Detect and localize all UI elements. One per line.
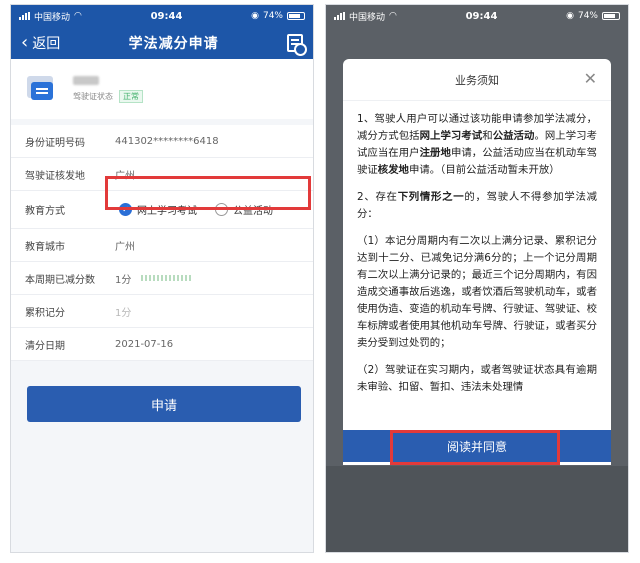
battery-label: 74%: [577, 11, 598, 21]
total-points-value: 1分: [115, 307, 132, 319]
notice-paragraph-4: （2）驾驶证在实习期内，或者驾驶证状态具有逾期未审验、扣留、暂扣、违法未处理情: [357, 364, 597, 393]
period-reduced-label: 本周期已减分数: [25, 274, 95, 286]
license-avatar-icon: [25, 74, 55, 104]
close-icon[interactable]: ✕: [584, 71, 597, 87]
chevron-left-icon: ‹: [21, 32, 29, 53]
highlight-box-agree: [390, 430, 560, 465]
info-list: 身份证明号码 441302********6418 驾驶证核发地 广州 教育方式…: [11, 125, 313, 361]
notice-paragraph-1: 1、驾驶人用户可以通过该功能申请参加学法减分，减分方式包括网上学习考试和公益活动…: [357, 113, 598, 176]
nav-bar: ‹ 返回 学法减分申请: [11, 27, 313, 59]
reduced-progress-bar: [141, 275, 192, 281]
license-status-label: 驾驶证状态: [73, 91, 113, 101]
modal-header: 业务须知 ✕: [343, 59, 611, 101]
page-title: 学法减分申请: [128, 36, 219, 52]
screenshot-canvas: 中国移动 ◠ 09:44 ◉ 74% ‹ 返回 学法减分申请 驾驶证状态 正常 …: [0, 0, 640, 563]
business-notice-modal: 业务须知 ✕ 1、驾驶人用户可以通过该功能申请参加学法减分，减分方式包括网上学习…: [343, 59, 611, 465]
modal-title: 业务须知: [455, 73, 499, 87]
wifi-icon: ◠: [74, 11, 82, 21]
edu-city-value: 广州: [115, 241, 135, 253]
row-total-points: 累积记分 1分: [11, 295, 313, 328]
carrier-label: 中国移动: [349, 12, 386, 23]
signal-icon: [19, 12, 30, 20]
row-id-number: 身份证明号码 441302********6418: [11, 125, 313, 158]
carrier-label: 中国移动: [34, 12, 71, 23]
back-button[interactable]: ‹ 返回: [21, 33, 60, 53]
user-name-blurred: [73, 75, 99, 85]
clock-label: 09:44: [150, 10, 183, 22]
wifi-icon: ◠: [389, 11, 397, 21]
status-bar: 中国移动 ◠ 09:44 ◉ 74%: [11, 5, 313, 27]
battery-icon: [602, 12, 620, 20]
id-number-label: 身份证明号码: [25, 137, 85, 149]
clear-date-label: 清分日期: [25, 340, 65, 352]
clock-label: 09:44: [465, 10, 498, 22]
battery-label: 74%: [262, 11, 283, 21]
record-search-icon[interactable]: [286, 34, 307, 56]
phone-left-screen: 中国移动 ◠ 09:44 ◉ 74% ‹ 返回 学法减分申请 驾驶证状态 正常 …: [10, 4, 314, 553]
notice-paragraph-3: （1）本记分周期内有二次以上满分记录、累积记分达到十二分、已减免记分满6分的；上…: [357, 235, 597, 349]
profile-card: 驾驶证状态 正常: [11, 59, 313, 119]
header-bar: 中国移动 ◠ 09:44 ◉ 74% ‹ 返回 学法减分申请: [11, 5, 313, 59]
notice-paragraph-2: 2、存在下列情形之一的，驾驶人不得参加学法减分：: [357, 191, 598, 220]
id-number-value: 441302********6418: [115, 135, 219, 147]
alarm-icon: ◉: [566, 11, 574, 21]
apply-button[interactable]: 申请: [27, 386, 301, 422]
row-edu-city: 教育城市 广州: [11, 229, 313, 262]
highlight-box-edu-method: [105, 176, 311, 210]
battery-icon: [287, 12, 305, 20]
total-points-label: 累积记分: [25, 307, 65, 319]
dim-overlay-bottom: [326, 466, 628, 552]
clear-date-value: 2021-07-16: [115, 338, 174, 350]
edu-method-label: 教育方式: [25, 206, 65, 217]
edu-city-label: 教育城市: [25, 241, 65, 253]
status-badge: 正常: [119, 89, 143, 103]
alarm-icon: ◉: [251, 11, 259, 21]
signal-icon: [334, 12, 345, 20]
modal-content: 1、驾驶人用户可以通过该功能申请参加学法减分，减分方式包括网上学习考试和公益活动…: [343, 101, 611, 396]
period-reduced-value: 1分: [115, 274, 132, 286]
row-clear-date: 清分日期 2021-07-16: [11, 328, 313, 361]
row-period-reduced: 本周期已减分数 1分: [11, 262, 313, 295]
status-bar: 中国移动 ◠ 09:44 ◉ 74%: [326, 5, 628, 27]
back-label: 返回: [32, 36, 61, 52]
issue-place-label: 驾驶证核发地: [25, 170, 85, 182]
